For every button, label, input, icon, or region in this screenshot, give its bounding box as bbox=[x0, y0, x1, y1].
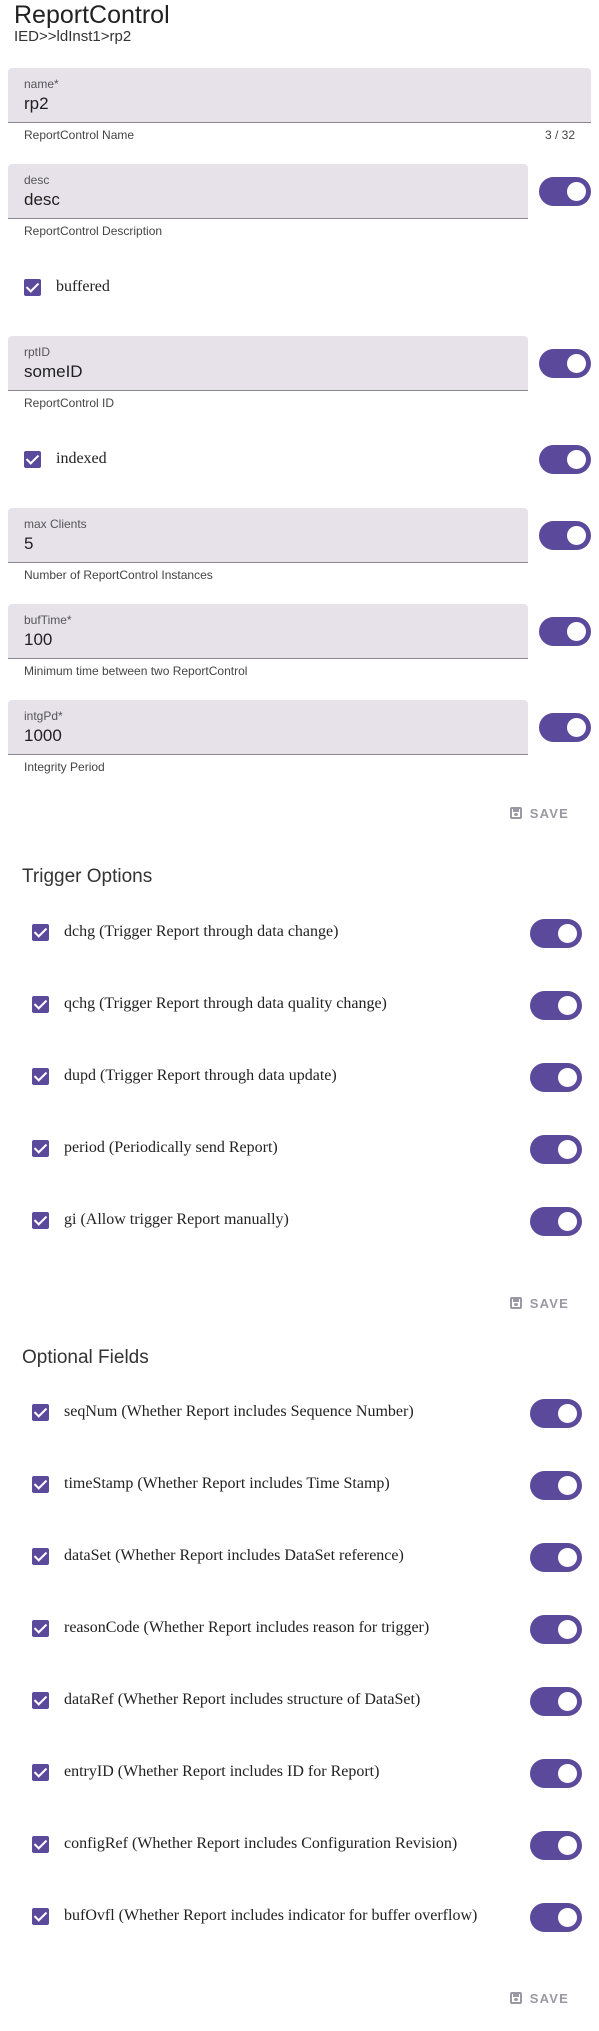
trigger-option-checkbox[interactable] bbox=[32, 1140, 49, 1157]
buffered-label: buffered bbox=[56, 278, 110, 295]
optional-field-label: seqNum (Whether Report includes Sequence… bbox=[64, 1403, 414, 1420]
trigger-option-label: period (Periodically send Report) bbox=[64, 1139, 278, 1156]
optional-field-label: timeStamp (Whether Report includes Time … bbox=[64, 1475, 390, 1492]
rptid-input[interactable] bbox=[24, 362, 440, 382]
max-clients-input[interactable] bbox=[24, 534, 440, 554]
page-title: ReportControl bbox=[14, 1, 170, 29]
optional-field-checkbox[interactable] bbox=[32, 1764, 49, 1781]
optional-field-label: entryID (Whether Report includes ID for … bbox=[64, 1763, 380, 1780]
max-clients-field-label: max Clients bbox=[24, 517, 87, 531]
intgpd-nullable-switch[interactable] bbox=[539, 713, 591, 742]
intgpd-helper: Integrity Period bbox=[24, 760, 105, 774]
breadcrumb: IED>>ldInst1>rp2 bbox=[14, 28, 132, 45]
trigger-option-label: dupd (Trigger Report through data update… bbox=[64, 1067, 337, 1084]
save-icon bbox=[509, 807, 522, 819]
max-clients-nullable-switch[interactable] bbox=[539, 521, 591, 550]
buftime-field[interactable]: bufTime* bbox=[8, 604, 528, 659]
name-field[interactable]: name* bbox=[8, 68, 591, 123]
trigger-option-switch[interactable] bbox=[530, 1135, 582, 1164]
optional-field-label: reasonCode (Whether Report includes reas… bbox=[64, 1619, 430, 1636]
optional-field-switch[interactable] bbox=[530, 1399, 582, 1428]
rptid-helper: ReportControl ID bbox=[24, 396, 115, 410]
intgpd-field[interactable]: intgPd* bbox=[8, 700, 528, 755]
trigger-option-switch[interactable] bbox=[530, 1207, 582, 1236]
desc-field-label: desc bbox=[24, 173, 50, 187]
optional-field-switch[interactable] bbox=[530, 1687, 582, 1716]
optional-field-switch[interactable] bbox=[530, 1615, 582, 1644]
name-input[interactable] bbox=[24, 94, 491, 114]
save-icon bbox=[509, 1992, 522, 2004]
save-button-label: SAVE bbox=[529, 1990, 569, 2006]
desc-helper: ReportControl Description bbox=[24, 224, 163, 238]
save-icon bbox=[509, 1297, 522, 1309]
optional-field-checkbox[interactable] bbox=[32, 1620, 49, 1637]
optional-fields-title: Optional Fields bbox=[22, 1347, 149, 1368]
optional-field-checkbox[interactable] bbox=[32, 1908, 49, 1925]
optional-field-switch[interactable] bbox=[530, 1471, 582, 1500]
intgpd-field-label: intgPd* bbox=[24, 709, 63, 723]
optional-field-label: configRef (Whether Report includes Confi… bbox=[64, 1835, 458, 1852]
trigger-option-checkbox[interactable] bbox=[32, 996, 49, 1013]
optional-field-checkbox[interactable] bbox=[32, 1476, 49, 1493]
save-button-label: SAVE bbox=[529, 805, 569, 821]
rptid-nullable-switch[interactable] bbox=[539, 349, 591, 378]
desc-input[interactable] bbox=[24, 190, 440, 210]
name-field-label: name* bbox=[24, 77, 59, 91]
name-counter: 3 / 32 bbox=[544, 128, 575, 142]
trigger-option-checkbox[interactable] bbox=[32, 1068, 49, 1085]
optional-field-checkbox[interactable] bbox=[32, 1548, 49, 1565]
optional-field-switch[interactable] bbox=[530, 1831, 582, 1860]
optional-field-label: bufOvfl (Whether Report includes indicat… bbox=[64, 1907, 478, 1924]
optional-field-switch[interactable] bbox=[530, 1543, 582, 1572]
optional-field-label: dataRef (Whether Report includes structu… bbox=[64, 1691, 421, 1708]
trigger-option-label: gi (Allow trigger Report manually) bbox=[64, 1211, 289, 1228]
save-button-label: SAVE bbox=[529, 1295, 569, 1311]
max-clients-helper: Number of ReportControl Instances bbox=[24, 568, 213, 582]
buftime-field-label: bufTime* bbox=[24, 613, 72, 627]
trigger-options-title: Trigger Options bbox=[22, 866, 153, 887]
optional-field-switch[interactable] bbox=[530, 1759, 582, 1788]
optional-field-label: dataSet (Whether Report includes DataSet… bbox=[64, 1547, 404, 1564]
optional-field-checkbox[interactable] bbox=[32, 1836, 49, 1853]
save-button[interactable]: SAVE bbox=[509, 803, 569, 823]
trigger-option-label: dchg (Trigger Report through data change… bbox=[64, 923, 339, 940]
trigger-option-switch[interactable] bbox=[530, 991, 582, 1020]
trigger-option-switch[interactable] bbox=[530, 919, 582, 948]
buftime-input[interactable] bbox=[24, 630, 440, 650]
intgpd-input[interactable] bbox=[24, 726, 440, 746]
trigger-option-label: qchg (Trigger Report through data qualit… bbox=[64, 995, 387, 1012]
optional-fields-save-button[interactable]: SAVE bbox=[509, 1988, 569, 2008]
indexed-nullable-switch[interactable] bbox=[539, 445, 591, 474]
indexed-label: indexed bbox=[56, 450, 107, 467]
buftime-helper: Minimum time between two ReportControl bbox=[24, 664, 248, 678]
optional-field-checkbox[interactable] bbox=[32, 1692, 49, 1709]
rptid-field-label: rptID bbox=[24, 345, 51, 359]
trigger-option-switch[interactable] bbox=[530, 1063, 582, 1092]
indexed-checkbox[interactable] bbox=[24, 451, 41, 468]
rptid-field[interactable]: rptID bbox=[8, 336, 528, 391]
desc-nullable-switch[interactable] bbox=[539, 177, 591, 206]
trigger-options-save-button[interactable]: SAVE bbox=[509, 1293, 569, 1313]
max-clients-field[interactable]: max Clients bbox=[8, 508, 528, 563]
trigger-option-checkbox[interactable] bbox=[32, 924, 49, 941]
buftime-nullable-switch[interactable] bbox=[539, 617, 591, 646]
name-helper: ReportControl Name bbox=[24, 128, 135, 142]
trigger-option-checkbox[interactable] bbox=[32, 1212, 49, 1229]
optional-field-switch[interactable] bbox=[530, 1903, 582, 1932]
buffered-checkbox[interactable] bbox=[24, 279, 41, 296]
optional-field-checkbox[interactable] bbox=[32, 1404, 49, 1421]
desc-field[interactable]: desc bbox=[8, 164, 528, 219]
